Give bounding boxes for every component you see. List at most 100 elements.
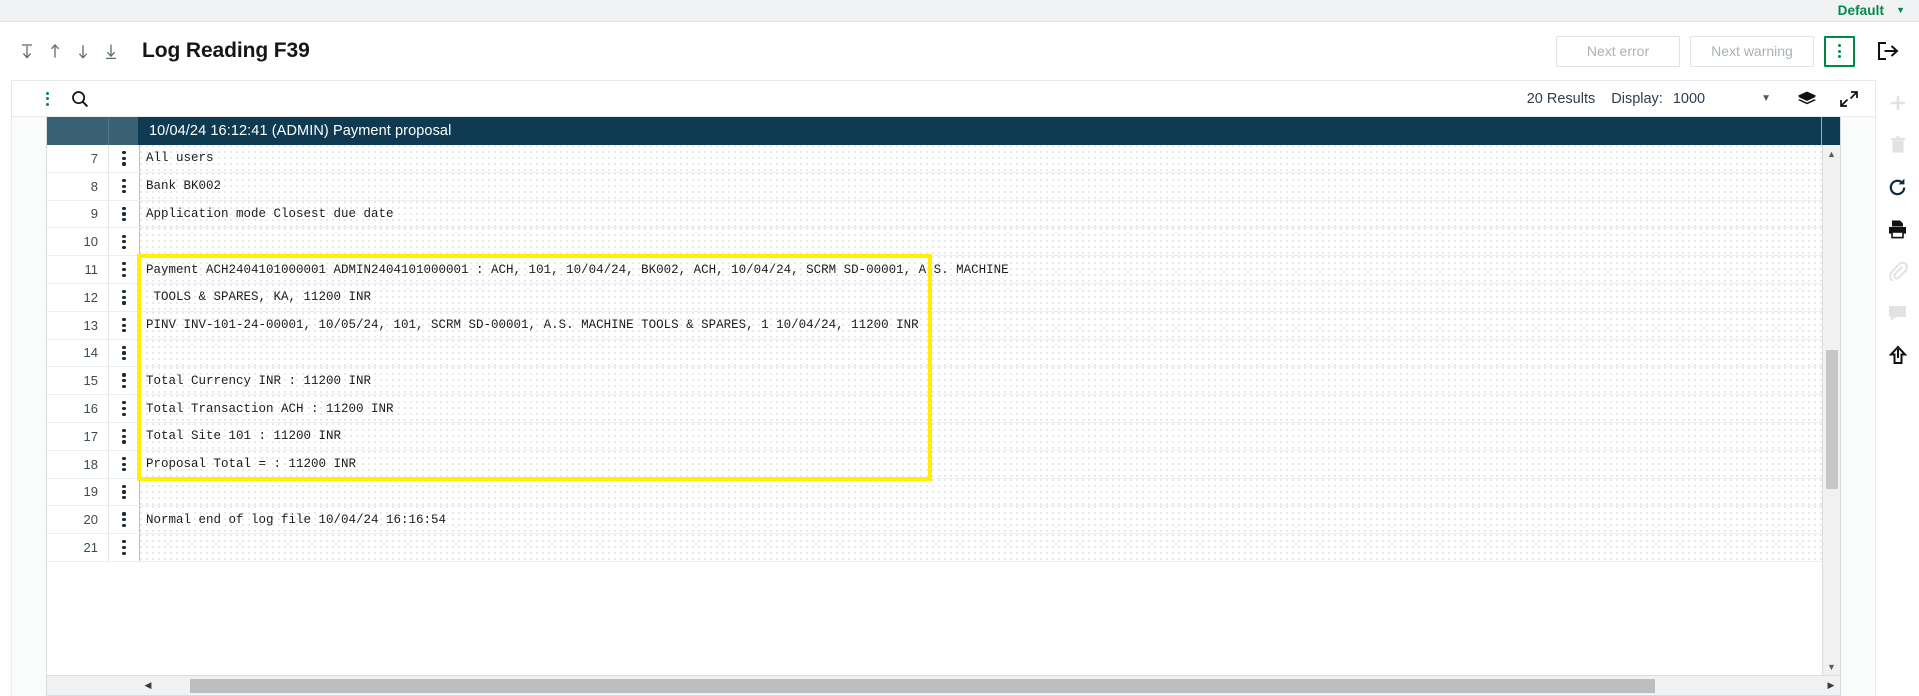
line-number: 12 — [47, 283, 109, 311]
display-value[interactable]: 1000 — [1673, 91, 1705, 107]
log-area: 10/04/24 16:12:41 (ADMIN) Payment propos… — [12, 117, 1875, 696]
log-row[interactable]: 19 — [47, 478, 1822, 507]
caret-down-icon[interactable]: ▼ — [1822, 658, 1840, 675]
next-warning-button[interactable]: Next warning — [1690, 35, 1814, 67]
go-to-last-icon[interactable] — [102, 40, 120, 62]
horizontal-scroll-thumb[interactable] — [190, 678, 1656, 693]
row-menu-icon[interactable] — [109, 422, 139, 450]
refresh-icon[interactable] — [1883, 172, 1913, 202]
log-row[interactable]: 21 — [47, 534, 1822, 562]
log-row[interactable]: 13 PINV INV-101-24-00001, 10/05/24, 101, … — [47, 311, 1822, 340]
panel-toolbar: 20 Results Display: 1000 ▼ — [12, 81, 1875, 117]
row-menu-icon[interactable] — [109, 450, 139, 478]
log-line-text: Total Site 101 : 11200 INR — [139, 422, 1822, 450]
log-header-grip-column — [109, 117, 139, 145]
profile-label[interactable]: Default — [1838, 3, 1884, 18]
log-line-text: Application mode Closest due date — [139, 200, 1822, 228]
page-body: 20 Results Display: 1000 ▼ 10/04/24 16:1… — [0, 80, 1919, 696]
row-menu-icon[interactable] — [109, 506, 139, 534]
log-row[interactable]: 10 — [47, 228, 1822, 257]
caret-right-icon[interactable]: ▶ — [1822, 676, 1840, 696]
row-menu-icon[interactable] — [109, 367, 139, 395]
chevron-down-icon[interactable]: ▼ — [1896, 6, 1905, 15]
line-number: 16 — [47, 395, 109, 422]
line-number: 9 — [47, 200, 109, 228]
results-count: 20 Results — [1526, 90, 1596, 107]
left-gutter — [0, 80, 12, 696]
log-line-text — [139, 228, 1822, 256]
log-row[interactable]: 14 — [47, 339, 1822, 368]
caret-left-icon[interactable]: ◀ — [139, 676, 157, 696]
delete-icon[interactable] — [1883, 130, 1913, 160]
comment-icon[interactable] — [1883, 298, 1913, 328]
chevron-down-icon[interactable]: ▼ — [1761, 93, 1771, 104]
vertical-scroll-thumb[interactable] — [1825, 350, 1838, 490]
layers-icon[interactable] — [1797, 90, 1817, 108]
line-number: 18 — [47, 450, 109, 478]
horizontal-scrollbar[interactable]: ◀ ▶ — [47, 675, 1840, 695]
line-number: 10 — [47, 228, 109, 256]
log-row[interactable]: 9 Application mode Closest due date — [47, 200, 1822, 229]
top-strip: Default ▼ — [0, 0, 1919, 22]
horizontal-scroll-track[interactable] — [157, 678, 1822, 693]
log-row[interactable]: 12 TOOLS & SPARES, KA, 11200 INR — [47, 283, 1822, 312]
log-row[interactable]: 11 Payment ACH2404101000001 ADMIN24041010… — [47, 256, 1822, 284]
line-number: 14 — [47, 339, 109, 367]
row-menu-icon[interactable] — [109, 339, 139, 367]
log-row[interactable]: 7 All users — [47, 145, 1822, 173]
log-row[interactable]: 15 Total Currency INR : 11200 INR — [47, 367, 1822, 396]
header-actions: Next error Next warning — [1556, 35, 1905, 67]
row-menu-icon[interactable] — [109, 534, 139, 561]
row-menu-icon[interactable] — [109, 228, 139, 256]
go-to-first-icon[interactable] — [18, 40, 36, 62]
caret-up-icon[interactable]: ▲ — [1822, 145, 1840, 162]
main-column: 20 Results Display: 1000 ▼ 10/04/24 16:1… — [12, 80, 1875, 696]
line-number: 15 — [47, 367, 109, 395]
line-number: 11 — [47, 256, 109, 283]
row-menu-icon[interactable] — [109, 256, 139, 283]
more-options-icon[interactable] — [1824, 35, 1855, 67]
search-icon[interactable] — [71, 90, 89, 108]
page-title: Log Reading F39 — [142, 39, 310, 62]
panel-menu-icon[interactable] — [46, 91, 49, 106]
log-header-line-number-column — [47, 117, 109, 145]
log-row[interactable]: 20 Normal end of log file 10/04/24 16:16:… — [47, 506, 1822, 535]
exit-icon[interactable] — [1871, 36, 1905, 67]
row-menu-icon[interactable] — [109, 283, 139, 311]
panel-toolbar-right: 20 Results Display: 1000 ▼ — [1527, 90, 1865, 108]
row-menu-icon[interactable] — [109, 145, 139, 172]
add-icon[interactable] — [1883, 88, 1913, 118]
log-rows: 7 All users 8 Bank BK002 9 Application mode C… — [47, 145, 1822, 675]
log-line-text: All users — [139, 145, 1822, 172]
log-row[interactable]: 17 Total Site 101 : 11200 INR — [47, 422, 1822, 451]
print-icon[interactable] — [1883, 214, 1913, 244]
line-number: 13 — [47, 311, 109, 339]
line-number: 8 — [47, 172, 109, 200]
line-number: 7 — [47, 145, 109, 172]
next-error-button[interactable]: Next error — [1556, 35, 1680, 67]
attachment-icon[interactable] — [1883, 256, 1913, 286]
log-line-text — [139, 339, 1822, 367]
log-row[interactable]: 16 Total Transaction ACH : 11200 INR — [47, 395, 1822, 423]
row-menu-icon[interactable] — [109, 395, 139, 422]
log-header-title: 10/04/24 16:12:41 (ADMIN) Payment propos… — [139, 117, 1822, 145]
expand-icon[interactable] — [1839, 90, 1859, 108]
log-line-text: PINV INV-101-24-00001, 10/05/24, 101, SC… — [139, 311, 1822, 339]
vertical-scroll-track[interactable] — [1822, 162, 1840, 658]
log-row[interactable]: 8 Bank BK002 — [47, 172, 1822, 201]
log-line-text: Bank BK002 — [139, 172, 1822, 200]
log-line-text: Normal end of log file 10/04/24 16:16:54 — [139, 506, 1822, 534]
log-body: 7 All users 8 Bank BK002 9 Application mode C… — [47, 145, 1840, 675]
row-menu-icon[interactable] — [109, 311, 139, 339]
row-menu-icon[interactable] — [109, 200, 139, 228]
log-line-text: Total Transaction ACH : 11200 INR — [139, 395, 1822, 422]
vertical-scrollbar[interactable]: ▲ ▼ — [1822, 145, 1840, 675]
row-menu-icon[interactable] — [109, 172, 139, 200]
record-navigation — [18, 40, 120, 62]
log-row[interactable]: 18 Proposal Total = : 11200 INR — [47, 450, 1822, 479]
row-menu-icon[interactable] — [109, 478, 139, 506]
go-to-previous-icon[interactable] — [46, 40, 64, 62]
go-to-next-icon[interactable] — [74, 40, 92, 62]
share-icon[interactable] — [1883, 340, 1913, 370]
line-number: 20 — [47, 506, 109, 534]
